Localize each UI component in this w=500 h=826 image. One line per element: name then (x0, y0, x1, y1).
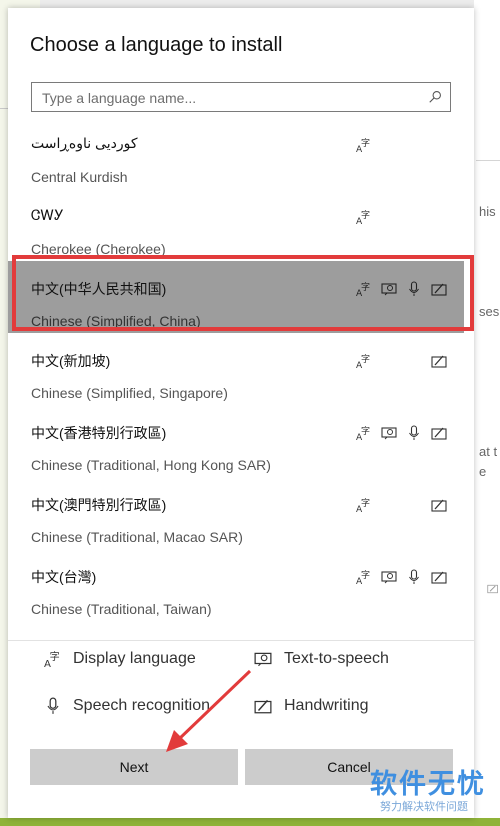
display-language-icon: A字 (356, 137, 370, 153)
search-placeholder: Type a language name... (42, 90, 197, 106)
text-to-speech-icon (254, 652, 272, 667)
handwriting-icon (431, 571, 447, 584)
display-language-icon: A字 (356, 497, 370, 513)
language-native-name: 中文(澳門特別行政區) (31, 497, 167, 513)
legend-speech-recognition: Speech recognition (73, 697, 210, 714)
svg-text:字: 字 (50, 650, 60, 663)
taskbar-strip (0, 818, 500, 826)
handwriting-icon (431, 499, 447, 512)
background-window-right (474, 0, 500, 826)
speech-recognition-icon (47, 697, 59, 714)
language-native-name: 中文(新加坡) (31, 353, 111, 369)
background-text: e (479, 464, 487, 479)
svg-text:字: 字 (361, 137, 370, 149)
language-item-central-kurdish[interactable]: کوردیی ناوەڕاست Central Kurdish A字 (8, 134, 464, 189)
language-native-name: ᏣᎳᎩ (31, 207, 64, 223)
dialog-title: Choose a language to install (30, 34, 283, 56)
legend-divider (8, 640, 474, 641)
language-native-name: 中文(香港特別行政區) (31, 425, 167, 441)
handwriting-icon (254, 699, 272, 714)
text-to-speech-icon (381, 571, 397, 584)
handwriting-icon (431, 427, 447, 440)
speech-recognition-icon (409, 569, 419, 584)
display-language-icon: A字 (44, 650, 60, 668)
svg-text:字: 字 (361, 569, 370, 581)
background-text: ses (479, 304, 500, 319)
watermark-subtitle: 努力解决软件问题 (380, 801, 468, 813)
language-list[interactable]: کوردیی ناوەڕاست Central Kurdish A字 ᏣᎳᎩ C… (8, 134, 474, 640)
watermark-logo: 软件无忧 努力解决软件问题 (368, 762, 484, 818)
handwriting-icon (487, 584, 498, 594)
background-divider (476, 160, 500, 161)
language-item-cherokee[interactable]: ᏣᎳᎩ Cherokee (Cherokee) A字 (8, 189, 464, 261)
svg-text:字: 字 (361, 425, 370, 437)
search-icon[interactable] (428, 90, 442, 104)
svg-text:字: 字 (361, 497, 370, 509)
legend-text-to-speech: Text-to-speech (284, 650, 389, 667)
svg-text:字: 字 (361, 353, 370, 365)
language-english-name: Chinese (Traditional, Taiwan) (31, 601, 212, 617)
search-input[interactable]: Type a language name... (31, 82, 451, 112)
language-item-chinese-traditional-hong-kong[interactable]: 中文(香港特別行政區) Chinese (Traditional, Hong K… (8, 405, 464, 477)
language-item-chinese-simplified-singapore[interactable]: 中文(新加坡) Chinese (Simplified, Singapore) … (8, 333, 464, 405)
language-item-chinese-traditional-taiwan[interactable]: 中文(台灣) Chinese (Traditional, Taiwan) A字 (8, 549, 464, 621)
language-item-chinese-traditional-macao[interactable]: 中文(澳門特別行政區) Chinese (Traditional, Macao … (8, 477, 464, 549)
background-text: at t (479, 444, 498, 459)
background-text: his (479, 204, 496, 219)
next-button[interactable]: Next (30, 749, 238, 785)
legend-handwriting: Handwriting (284, 697, 369, 714)
display-language-icon: A字 (356, 569, 370, 585)
language-native-name: 中文(台灣) (31, 569, 97, 585)
display-language-icon: A字 (356, 209, 370, 225)
selection-highlight-annotation (12, 255, 474, 331)
language-english-name: Central Kurdish (31, 169, 128, 185)
language-english-name: Chinese (Simplified, Singapore) (31, 385, 228, 401)
legend-display-language: Display language (73, 650, 196, 667)
display-language-icon: A字 (356, 353, 370, 369)
speech-recognition-icon (409, 425, 419, 440)
text-to-speech-icon (381, 427, 397, 440)
watermark-title: 软件无忧 (370, 769, 486, 799)
language-native-name: کوردیی ناوەڕاست (31, 135, 138, 151)
choose-language-dialog: Choose a language to install Type a lang… (8, 8, 474, 818)
handwriting-icon (431, 355, 447, 368)
display-language-icon: A字 (356, 425, 370, 441)
language-english-name: Chinese (Traditional, Macao SAR) (31, 529, 243, 545)
svg-text:字: 字 (361, 209, 370, 221)
language-english-name: Chinese (Traditional, Hong Kong SAR) (31, 457, 271, 473)
